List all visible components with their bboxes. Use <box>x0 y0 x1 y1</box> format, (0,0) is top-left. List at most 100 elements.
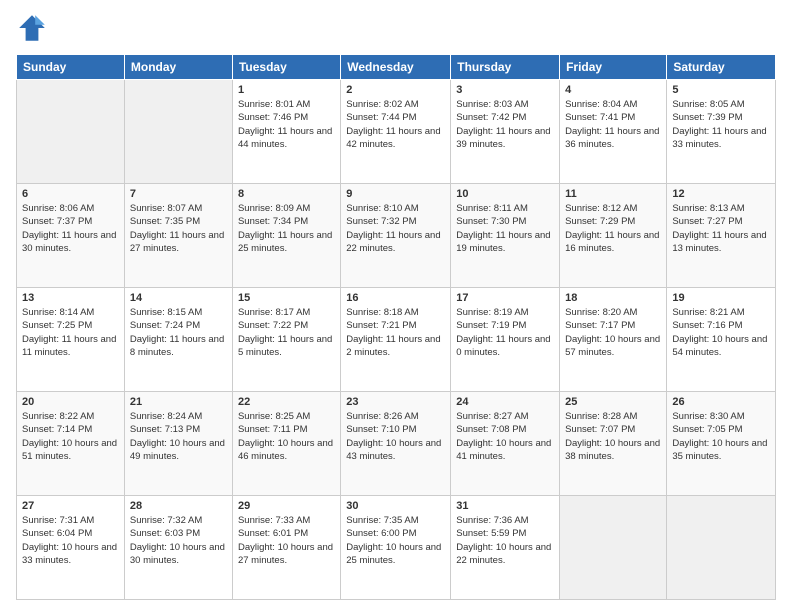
calendar-cell: 26Sunrise: 8:30 AMSunset: 7:05 PMDayligh… <box>667 392 776 496</box>
sunset-text: Sunset: 6:00 PM <box>346 528 416 539</box>
sunrise-text: Sunrise: 8:07 AM <box>130 203 202 214</box>
sunset-text: Sunset: 7:29 PM <box>565 216 635 227</box>
calendar-cell: 8 Sunrise: 8:09 AMSunset: 7:34 PMDaylight… <box>232 184 340 288</box>
day-info: Sunrise: 8:01 AMSunset: 7:46 PMDaylight:… <box>238 98 335 151</box>
daylight-text: Daylight: 11 hours and 8 minutes. <box>130 334 224 358</box>
sunrise-text: Sunrise: 8:02 AM <box>346 99 418 110</box>
day-info: Sunrise: 8:17 AMSunset: 7:22 PMDaylight:… <box>238 306 335 359</box>
day-info: Sunrise: 8:27 AMSunset: 7:08 PMDaylight:… <box>456 410 554 463</box>
calendar-cell: 23Sunrise: 8:26 AMSunset: 7:10 PMDayligh… <box>341 392 451 496</box>
sunset-text: Sunset: 7:08 PM <box>456 424 526 435</box>
day-info: Sunrise: 8:05 AMSunset: 7:39 PMDaylight:… <box>672 98 770 151</box>
calendar-cell: 15Sunrise: 8:17 AMSunset: 7:22 PMDayligh… <box>232 288 340 392</box>
day-info: Sunrise: 7:31 AMSunset: 6:04 PMDaylight:… <box>22 514 119 567</box>
calendar-cell: 10Sunrise: 8:11 AMSunset: 7:30 PMDayligh… <box>451 184 560 288</box>
sunrise-text: Sunrise: 8:14 AM <box>22 307 94 318</box>
calendar-cell: 7 Sunrise: 8:07 AM Sunset: 7:35 PM Daylight… <box>124 184 232 288</box>
day-number: 12 <box>672 188 770 200</box>
calendar-cell: 14 Sunrise: 8:15 AMSunset: 7:24 PMDayligh… <box>124 288 232 392</box>
week-row-2: 6Sunrise: 8:06 AMSunset: 7:37 PMDaylight… <box>17 184 776 288</box>
day-info: Sunrise: 8:13 AMSunset: 7:27 PMDaylight:… <box>672 202 770 255</box>
day-number: 16 <box>346 292 445 304</box>
day-info: Sunrise: 8:28 AMSunset: 7:07 PMDaylight:… <box>565 410 661 463</box>
sunrise-text: Sunrise: 8:05 AM <box>672 99 744 110</box>
sunset-text: Sunset: 6:04 PM <box>22 528 92 539</box>
daylight-text: Daylight: 11 hours and 13 minutes. <box>672 230 766 254</box>
daylight-text: Daylight: 10 hours and 27 minutes. <box>238 542 333 566</box>
day-number: 6 <box>22 188 119 200</box>
calendar-cell: 22 Sunrise: 8:25 AMSunset: 7:11 PMDayligh… <box>232 392 340 496</box>
sunset-text: Sunset: 7:27 PM <box>672 216 742 227</box>
daylight-text: Daylight: 11 hours and 39 minutes. <box>456 126 550 150</box>
daylight-text: Daylight: 11 hours and 0 minutes. <box>456 334 550 358</box>
calendar-cell: 24 Sunrise: 8:27 AMSunset: 7:08 PMDayligh… <box>451 392 560 496</box>
calendar-cell: 20Sunrise: 8:22 AMSunset: 7:14 PMDayligh… <box>17 392 125 496</box>
day-info: Sunrise: 8:25 AMSunset: 7:11 PMDaylight:… <box>238 410 335 463</box>
daylight-text: Daylight: 11 hours and 25 minutes. <box>238 230 332 254</box>
sunset-text: Sunset: 7:21 PM <box>346 320 416 331</box>
day-info: Sunrise: 8:18 AMSunset: 7:21 PMDaylight:… <box>346 306 445 359</box>
calendar-cell: 21Sunrise: 8:24 AMSunset: 7:13 PMDayligh… <box>124 392 232 496</box>
header-day-monday: Monday <box>124 55 232 80</box>
day-info: Sunrise: 8:14 AMSunset: 7:25 PMDaylight:… <box>22 306 119 359</box>
calendar-header: SundayMondayTuesdayWednesdayThursdayFrid… <box>17 55 776 80</box>
sunset-text: Sunset: 7:30 PM <box>456 216 526 227</box>
day-info: Sunrise: 8:11 AMSunset: 7:30 PMDaylight:… <box>456 202 554 255</box>
day-info: Sunrise: 8:21 AMSunset: 7:16 PMDaylight:… <box>672 306 770 359</box>
day-number: 8 <box>238 188 335 200</box>
sunset-text: Sunset: 7:44 PM <box>346 112 416 123</box>
daylight-text: Daylight: 10 hours and 51 minutes. <box>22 438 117 462</box>
day-info: Sunrise: 7:36 AMSunset: 5:59 PMDaylight:… <box>456 514 554 567</box>
day-number: 24 <box>456 396 554 408</box>
day-info: Sunrise: 8:09 AMSunset: 7:34 PMDaylight:… <box>238 202 335 255</box>
day-number: 22 <box>238 396 335 408</box>
day-number: 9 <box>346 188 445 200</box>
sunrise-text: Sunrise: 8:17 AM <box>238 307 310 318</box>
sunset-text: Sunset: 6:01 PM <box>238 528 308 539</box>
sunrise-text: Sunrise: 8:11 AM <box>456 203 528 214</box>
day-info: Sunrise: 8:07 AM Sunset: 7:35 PM Daylight:… <box>130 202 227 255</box>
page: SundayMondayTuesdayWednesdayThursdayFrid… <box>0 0 792 612</box>
day-number: 7 <box>130 188 227 200</box>
sunrise-text: Sunrise: 8:19 AM <box>456 307 528 318</box>
daylight-text: Daylight: 11 hours and 36 minutes. <box>565 126 659 150</box>
sunset-text: Sunset: 7:24 PM <box>130 320 200 331</box>
sunrise-text: Sunrise: 8:22 AM <box>22 411 94 422</box>
header-day-thursday: Thursday <box>451 55 560 80</box>
calendar-cell: 19Sunrise: 8:21 AMSunset: 7:16 PMDayligh… <box>667 288 776 392</box>
sunset-text: Sunset: 7:35 PM <box>130 216 200 227</box>
sunrise-text: Sunrise: 8:18 AM <box>346 307 418 318</box>
header-day-wednesday: Wednesday <box>341 55 451 80</box>
calendar-cell: 30Sunrise: 7:35 AMSunset: 6:00 PMDayligh… <box>341 496 451 600</box>
day-number: 10 <box>456 188 554 200</box>
sunset-text: Sunset: 7:42 PM <box>456 112 526 123</box>
daylight-text: Daylight: 11 hours and 27 minutes. <box>130 230 224 254</box>
calendar-cell: 28Sunrise: 7:32 AMSunset: 6:03 PMDayligh… <box>124 496 232 600</box>
calendar-cell: 29Sunrise: 7:33 AMSunset: 6:01 PMDayligh… <box>232 496 340 600</box>
day-info: Sunrise: 8:03 AMSunset: 7:42 PMDaylight:… <box>456 98 554 151</box>
calendar-cell: 5Sunrise: 8:05 AMSunset: 7:39 PMDaylight… <box>667 80 776 184</box>
day-info: Sunrise: 7:35 AMSunset: 6:00 PMDaylight:… <box>346 514 445 567</box>
calendar-cell: 9 Sunrise: 8:10 AM Sunset: 7:32 PM Daylight… <box>341 184 451 288</box>
day-number: 14 <box>130 292 227 304</box>
sunrise-text: Sunrise: 8:10 AM <box>346 203 418 214</box>
day-info: Sunrise: 8:02 AMSunset: 7:44 PMDaylight:… <box>346 98 445 151</box>
daylight-text: Daylight: 10 hours and 25 minutes. <box>346 542 441 566</box>
daylight-text: Daylight: 10 hours and 43 minutes. <box>346 438 441 462</box>
day-info: Sunrise: 8:15 AMSunset: 7:24 PMDaylight:… <box>130 306 227 359</box>
daylight-text: Daylight: 11 hours and 11 minutes. <box>22 334 116 358</box>
daylight-text: Daylight: 10 hours and 41 minutes. <box>456 438 551 462</box>
daylight-text: Daylight: 11 hours and 22 minutes. <box>346 230 440 254</box>
calendar-cell: 17Sunrise: 8:19 AMSunset: 7:19 PMDayligh… <box>451 288 560 392</box>
sunset-text: Sunset: 7:32 PM <box>346 216 416 227</box>
sunrise-text: Sunrise: 7:32 AM <box>130 515 202 526</box>
day-number: 18 <box>565 292 661 304</box>
daylight-text: Daylight: 10 hours and 38 minutes. <box>565 438 660 462</box>
sunset-text: Sunset: 7:34 PM <box>238 216 308 227</box>
header-day-friday: Friday <box>560 55 667 80</box>
day-number: 3 <box>456 84 554 96</box>
day-info: Sunrise: 7:33 AMSunset: 6:01 PMDaylight:… <box>238 514 335 567</box>
daylight-text: Daylight: 10 hours and 57 minutes. <box>565 334 660 358</box>
day-number: 11 <box>565 188 661 200</box>
week-row-1: 1Sunrise: 8:01 AMSunset: 7:46 PMDaylight… <box>17 80 776 184</box>
